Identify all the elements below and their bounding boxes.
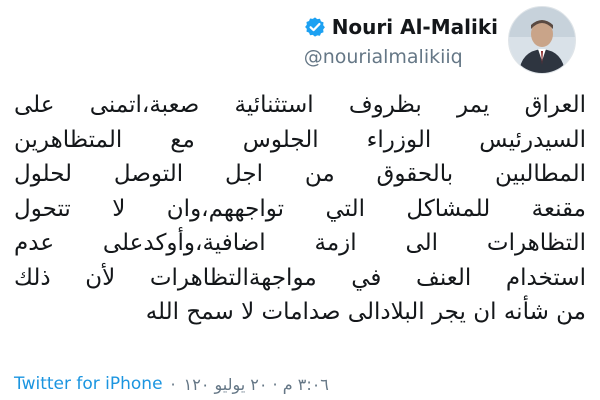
tweet-line: استخدام العنف في مواجهةالتظاهرات لأن ذلك bbox=[14, 264, 586, 291]
author-handle[interactable]: @nourialmalikiiq bbox=[304, 46, 498, 68]
tweet-text: العراق يمر بظروف استثنائية صعبة،اتمنى عل… bbox=[14, 88, 586, 330]
author-display-name[interactable]: Nouri Al-Maliki bbox=[332, 15, 498, 39]
verified-badge-icon bbox=[304, 16, 326, 38]
tweet-card: Nouri Al-Maliki @nourialmalikiiq العراق … bbox=[0, 0, 600, 400]
profile-photo bbox=[509, 7, 575, 73]
author-name-row[interactable]: Nouri Al-Maliki bbox=[304, 12, 498, 42]
tweet-line: العراق يمر بظروف استثنائية صعبة،اتمنى عل… bbox=[14, 92, 586, 118]
tweet-source-link[interactable]: Twitter for iPhone bbox=[14, 374, 163, 394]
tweet-timestamp[interactable]: ٣:٠٦ م · ٢٠ يوليو ١٢٠ bbox=[184, 375, 329, 394]
tweet-line: التظاهرات الى ازمة اضافية،وأوكدعلى عدم bbox=[14, 230, 586, 256]
tweet-line: المطالبين بالحقوق من اجل التوصل لحلول bbox=[14, 161, 586, 187]
tweet-meta: Twitter for iPhone · ٣:٠٦ م · ٢٠ يوليو ١… bbox=[14, 372, 586, 396]
tweet-line: مقنعة للمشاكل التي تواجههم،وان لا تتحول bbox=[14, 195, 586, 222]
tweet-line: من شأنه ان يجر البلادالى صدامات لا سمح ا… bbox=[145, 299, 586, 325]
author-identity: Nouri Al-Maliki @nourialmalikiiq bbox=[304, 12, 498, 68]
meta-separator: · bbox=[170, 374, 176, 394]
avatar[interactable] bbox=[508, 6, 576, 74]
tweet-line: السيدرئيس الوزراء الجلوس مع المتظاهرين bbox=[14, 126, 586, 153]
